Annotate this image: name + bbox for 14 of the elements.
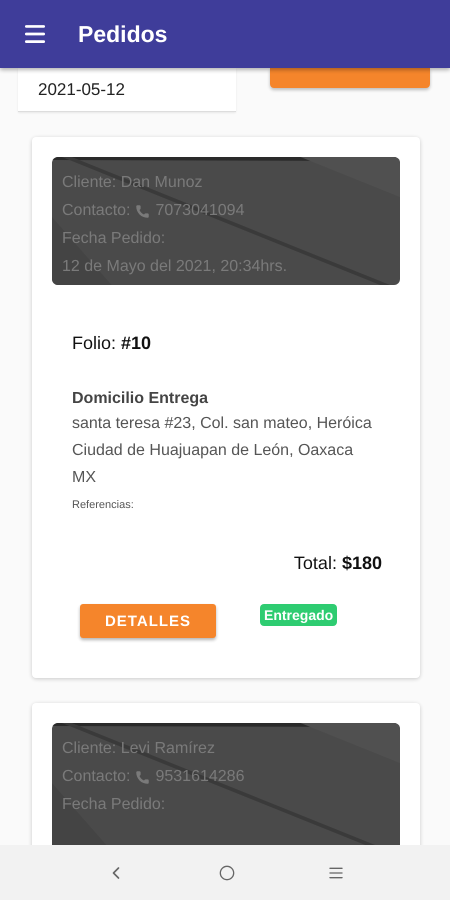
folio-text: Folio: #10 [72,333,152,354]
phone-number: 7073041094 [155,201,244,221]
status-badge: Entregado [260,604,338,626]
address-text: santa teresa #23, Col. san mateo, Heróica Ciudad de Huajuapan de León, Oaxaca MX [72,414,373,488]
app-title: Pedidos [78,20,168,48]
recent-apps-icon[interactable] [328,864,344,880]
phone-icon [135,770,150,784]
phone-icon [135,204,150,218]
home-icon[interactable] [218,864,235,880]
phone-number: 9531614286 [155,767,244,787]
date-field[interactable]: 2021-05-12 [18,68,236,112]
references-label: Referencias: [72,499,135,511]
total-text: Total: $180 [294,553,382,574]
address-title: Domicilio Entrega [72,390,210,408]
